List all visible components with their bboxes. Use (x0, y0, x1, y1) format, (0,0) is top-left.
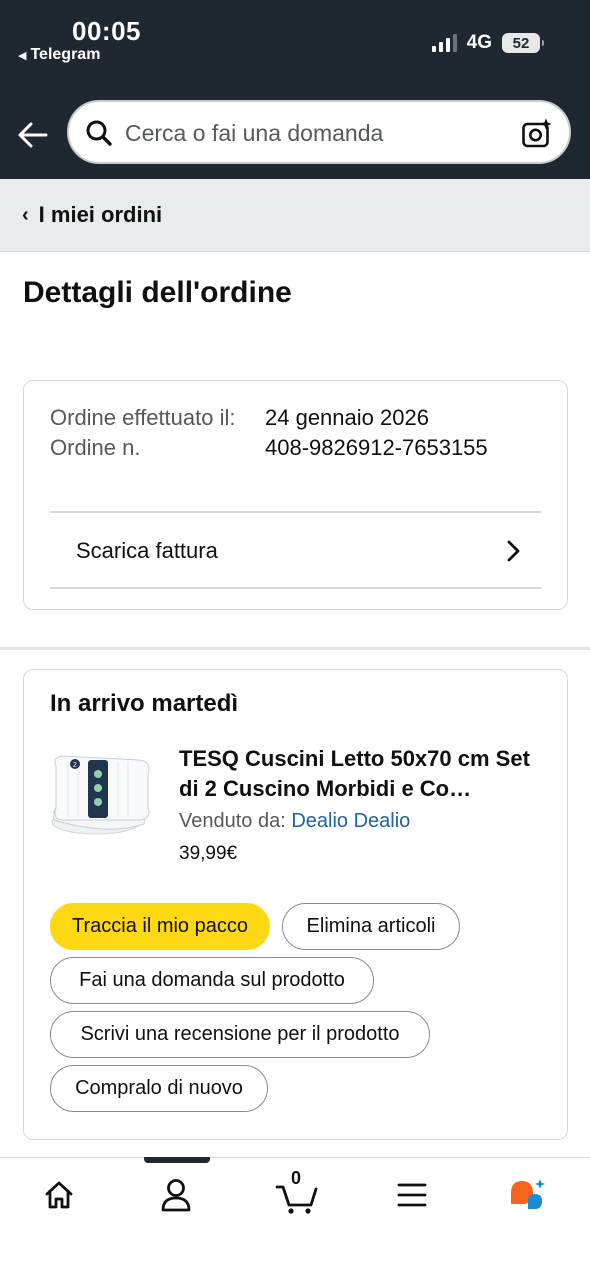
breadcrumb-label: I miei ordini (38, 202, 163, 227)
tab-home[interactable] (36, 1172, 82, 1218)
chevron-right-icon (507, 540, 520, 562)
back-triangle-icon: ◀ (18, 49, 27, 62)
app-header: 00:05 ◀ Telegram 4G 52 (0, 0, 590, 179)
status-time: 00:05 (72, 16, 141, 46)
order-placed-label: Ordine effettuato il: (50, 405, 236, 430)
back-arrow-icon[interactable] (16, 118, 50, 152)
search-input[interactable] (125, 116, 505, 150)
search-bar[interactable] (67, 100, 571, 164)
menu-icon (397, 1183, 427, 1207)
rufus-ai-icon (511, 1179, 545, 1209)
home-icon (45, 1181, 73, 1209)
status-back-label: Telegram (30, 46, 101, 63)
order-date: 24 gennaio 2026 (265, 405, 429, 430)
order-values: 24 gennaio 2026 408-9826912-7653155 (265, 403, 488, 463)
seller-info: Venduto da: Dealio Dealio (179, 810, 410, 833)
product-title-link[interactable]: TESQ Cuscini Letto 50x70 cm Set di 2 Cus… (179, 744, 539, 804)
breadcrumb-my-orders[interactable]: ‹ I miei ordini (0, 179, 590, 252)
order-number-label: Ordine n. (50, 435, 141, 460)
status-indicators: 4G 52 (431, 32, 544, 54)
buy-again-button[interactable]: Compralo di nuovo (50, 1065, 268, 1112)
order-number: 408-9826912-7653155 (265, 435, 488, 460)
battery-icon: 52 (502, 33, 544, 53)
divider (50, 587, 541, 589)
tab-rufus[interactable] (505, 1172, 551, 1218)
search-icon[interactable] (85, 119, 113, 147)
order-labels: Ordine effettuato il: Ordine n. (50, 403, 250, 463)
section-separator (0, 647, 590, 650)
download-invoice-label: Scarica fattura (76, 538, 218, 563)
track-package-button[interactable]: Traccia il mio pacco (50, 903, 270, 950)
shipment-card: In arrivo martedì 2 TESQ Cuscini Letto 5… (23, 669, 568, 1140)
signal-icon (431, 34, 457, 52)
page-title: Dettagli dell'ordine (23, 276, 292, 309)
camera-search-icon[interactable] (521, 117, 553, 149)
order-info-card: Ordine effettuato il: Ordine n. 24 genna… (23, 380, 568, 610)
divider (50, 511, 541, 513)
ask-product-question-button[interactable]: Fai una domanda sul prodotto (50, 957, 374, 1004)
seller-link[interactable]: Dealio Dealio (291, 810, 410, 832)
tab-account[interactable] (153, 1172, 199, 1218)
network-type: 4G (466, 32, 492, 53)
delete-items-button[interactable]: Elimina articoli (282, 903, 460, 950)
tab-menu[interactable] (389, 1172, 435, 1218)
account-icon (161, 1179, 191, 1212)
cart-count: 0 (290, 1168, 301, 1188)
battery-level: 52 (512, 34, 530, 52)
svg-text:2: 2 (73, 762, 77, 769)
active-tab-indicator (144, 1157, 210, 1163)
download-invoice-row[interactable]: Scarica fattura (50, 514, 541, 588)
seller-prefix: Venduto da: (179, 810, 292, 832)
status-back-to-app[interactable]: ◀ Telegram (18, 46, 100, 64)
write-review-button[interactable]: Scrivi una recensione per il prodotto (50, 1011, 430, 1058)
tab-cart[interactable]: 0 (272, 1168, 322, 1218)
product-image[interactable]: 2 (48, 750, 154, 840)
chevron-left-icon: ‹ (22, 203, 29, 226)
delivery-status-title: In arrivo martedì (50, 690, 239, 717)
product-price: 39,99€ (179, 843, 238, 864)
